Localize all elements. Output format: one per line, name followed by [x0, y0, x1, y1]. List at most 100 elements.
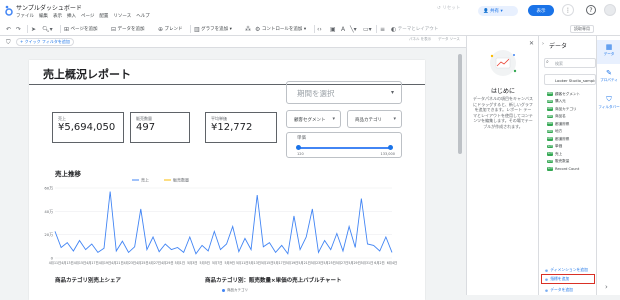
report-name[interactable]: サンプルダッシュボード: [16, 3, 82, 12]
kpi-value: ¥5,694,050: [58, 122, 116, 133]
blend-button[interactable]: ⊕ ブレンド: [158, 25, 183, 33]
more-options-button[interactable]: ⋮: [562, 4, 574, 16]
x-tick-label: 5月7日: [212, 261, 222, 265]
zoom-button[interactable]: 🔍︎▾: [42, 25, 53, 33]
canvas-scrollbar[interactable]: [458, 54, 462, 154]
slider-handle-max[interactable]: [387, 145, 393, 150]
field-type-badge: 123: [547, 159, 553, 164]
close-icon[interactable]: ✕: [529, 40, 534, 47]
toolbar-divider: [314, 25, 315, 33]
toolbar-divider: [376, 25, 377, 33]
add-dimension-link[interactable]: ⊕ ディメンションを追加: [545, 267, 588, 273]
community-viz-button[interactable]: ⁂: [245, 25, 251, 33]
chevron-right-icon[interactable]: ›: [542, 41, 544, 47]
field-item[interactable]: ABC 顧客セグメント: [547, 91, 580, 97]
menu-page[interactable]: ページ: [81, 13, 94, 19]
looker-studio-logo-icon: [5, 5, 13, 16]
chevron-right-icon[interactable]: ›: [605, 283, 608, 291]
undo-button[interactable]: ↶: [6, 25, 11, 33]
theme-layout-button[interactable]: ◐ テーマとレイアウト: [391, 25, 438, 33]
kpi-value: 497: [136, 122, 156, 133]
chart-icon: ▥: [194, 25, 200, 33]
person-add-icon: 👤: [483, 8, 491, 14]
x-tick-label: 5月13日: [248, 261, 260, 265]
field-item[interactable]: 123 販売数量: [547, 159, 569, 165]
field-item[interactable]: ABC 都道府県: [547, 121, 569, 127]
price-slider-control[interactable]: 単価 120 133,000: [286, 132, 402, 158]
rail-properties-tab[interactable]: ✎ プロパティ: [597, 66, 620, 90]
pencil-icon: ✎: [606, 69, 612, 77]
field-item[interactable]: 123 単価: [547, 144, 562, 150]
add-chart-button[interactable]: ▥ グラフを追加 ▾: [194, 25, 232, 33]
add-page-button[interactable]: ⊞ ページを追加: [64, 25, 97, 33]
quick-filter-button[interactable]: + クイック フィルタを追加: [16, 38, 74, 46]
community-viz-icon: ⁂: [245, 25, 251, 33]
align-button[interactable]: ≡: [380, 25, 385, 33]
field-item[interactable]: 123 売上: [547, 151, 562, 157]
kpi-value: ¥12,772: [211, 122, 253, 133]
field-item[interactable]: ABC 地方: [547, 129, 562, 135]
sales-trend-line-chart[interactable]: 売上 販売数量 60万 40万 20万 04月11日 4月13日 4月15日 4月17日 4月19…: [37, 174, 402, 274]
report-canvas: 売上概況レポート 売上 ¥5,694,050 販売数量 497 平均単価 ¥12…: [0, 48, 466, 300]
slider-track[interactable]: [298, 147, 390, 149]
menu-help[interactable]: ヘルプ: [136, 13, 150, 19]
menu-view[interactable]: 表示: [53, 13, 62, 19]
text-button[interactable]: A: [341, 25, 345, 33]
field-type-badge: 123: [547, 152, 553, 156]
add-control-button[interactable]: ⚙︎ コントロールを追加 ▾: [255, 25, 306, 33]
view-button[interactable]: 表示: [528, 5, 554, 16]
select-tool-button[interactable]: ➤: [31, 25, 36, 33]
datasource-control[interactable]: データ ソース: [438, 37, 460, 41]
field-item[interactable]: ABC 商品カテゴリ: [547, 106, 577, 112]
menu-arrange[interactable]: 配置: [99, 13, 108, 19]
readonly-button[interactable]: 読取専用: [570, 25, 594, 33]
shape-button[interactable]: ▭▾: [363, 25, 372, 33]
slider-label: 単価: [297, 136, 306, 141]
menu-file[interactable]: ファイル: [16, 13, 34, 19]
code-embed-button[interactable]: ‹›: [317, 25, 322, 33]
field-name: 顧客セグメント: [555, 91, 581, 96]
image-button[interactable]: ▣: [330, 25, 336, 33]
x-tick-label: 6月4日: [387, 261, 397, 265]
line-button[interactable]: ╲▾: [350, 25, 357, 33]
help-button[interactable]: ?: [586, 5, 596, 15]
redo-button[interactable]: ↷: [16, 25, 21, 33]
field-type-badge: ABC: [547, 99, 553, 104]
reset-button[interactable]: ↺ リセット: [437, 5, 460, 12]
x-tick-label: 5月9日: [225, 261, 235, 265]
slider-handle-min[interactable]: [295, 145, 301, 150]
field-item[interactable]: 123 Record Count: [547, 166, 579, 172]
kpi-avg-price[interactable]: 平均単価 ¥12,772: [205, 112, 277, 143]
date-range-picker[interactable]: 期間を選択 ▾: [286, 81, 402, 104]
add-data-button[interactable]: ⊟ データを追加: [111, 25, 145, 33]
menu-insert[interactable]: 挿入: [67, 13, 76, 19]
field-item[interactable]: ABC 購入元: [547, 99, 566, 105]
panel-toggle-control[interactable]: パネル を表示: [409, 37, 431, 41]
title-bar: サンプルダッシュボード ファイル 編集 表示 挿入 ページ 配置 リソース ヘル…: [0, 0, 620, 22]
menu-edit[interactable]: 編集: [39, 13, 48, 19]
add-page-label: ページを追加: [70, 27, 98, 32]
add-data-link[interactable]: ⊕ データを追加: [545, 287, 573, 293]
x-tick-label: 5月25日: [323, 261, 335, 265]
avatar[interactable]: [604, 4, 616, 16]
share-button[interactable]: 👤 共有 ▾: [478, 6, 518, 16]
kpi-quantity[interactable]: 販売数量 497: [130, 112, 190, 143]
rail-data-tab[interactable]: ▦ データ: [597, 40, 620, 64]
add-dimension-label: ディメンションを追加: [550, 267, 588, 272]
field-item[interactable]: ABC 商品名: [547, 114, 566, 120]
category-dropdown[interactable]: 商品カテゴリ ▾: [347, 110, 402, 128]
add-data-label: データを追加: [117, 27, 145, 32]
report-title[interactable]: 売上概況レポート: [43, 66, 131, 82]
rail-filterbar-tab[interactable]: ⛉ フィルタバー: [597, 92, 620, 120]
database-icon: ⊟: [111, 25, 117, 33]
datasource-selector[interactable]: Looker Studio_sample...: [544, 74, 596, 85]
x-tick-label: 4月11日: [49, 261, 61, 265]
field-search-input[interactable]: 検索: [544, 58, 596, 68]
kpi-sales[interactable]: 売上 ¥5,694,050: [52, 112, 124, 143]
x-tick-label: 5月15日: [261, 261, 273, 265]
segment-dropdown[interactable]: 顧客セグメント ▾: [286, 110, 341, 128]
field-type-badge: ABC: [547, 122, 553, 126]
menu-resource[interactable]: リソース: [113, 13, 131, 19]
field-item[interactable]: ABC 都道府県: [547, 136, 569, 142]
x-tick-label: 4月27日: [149, 261, 161, 265]
